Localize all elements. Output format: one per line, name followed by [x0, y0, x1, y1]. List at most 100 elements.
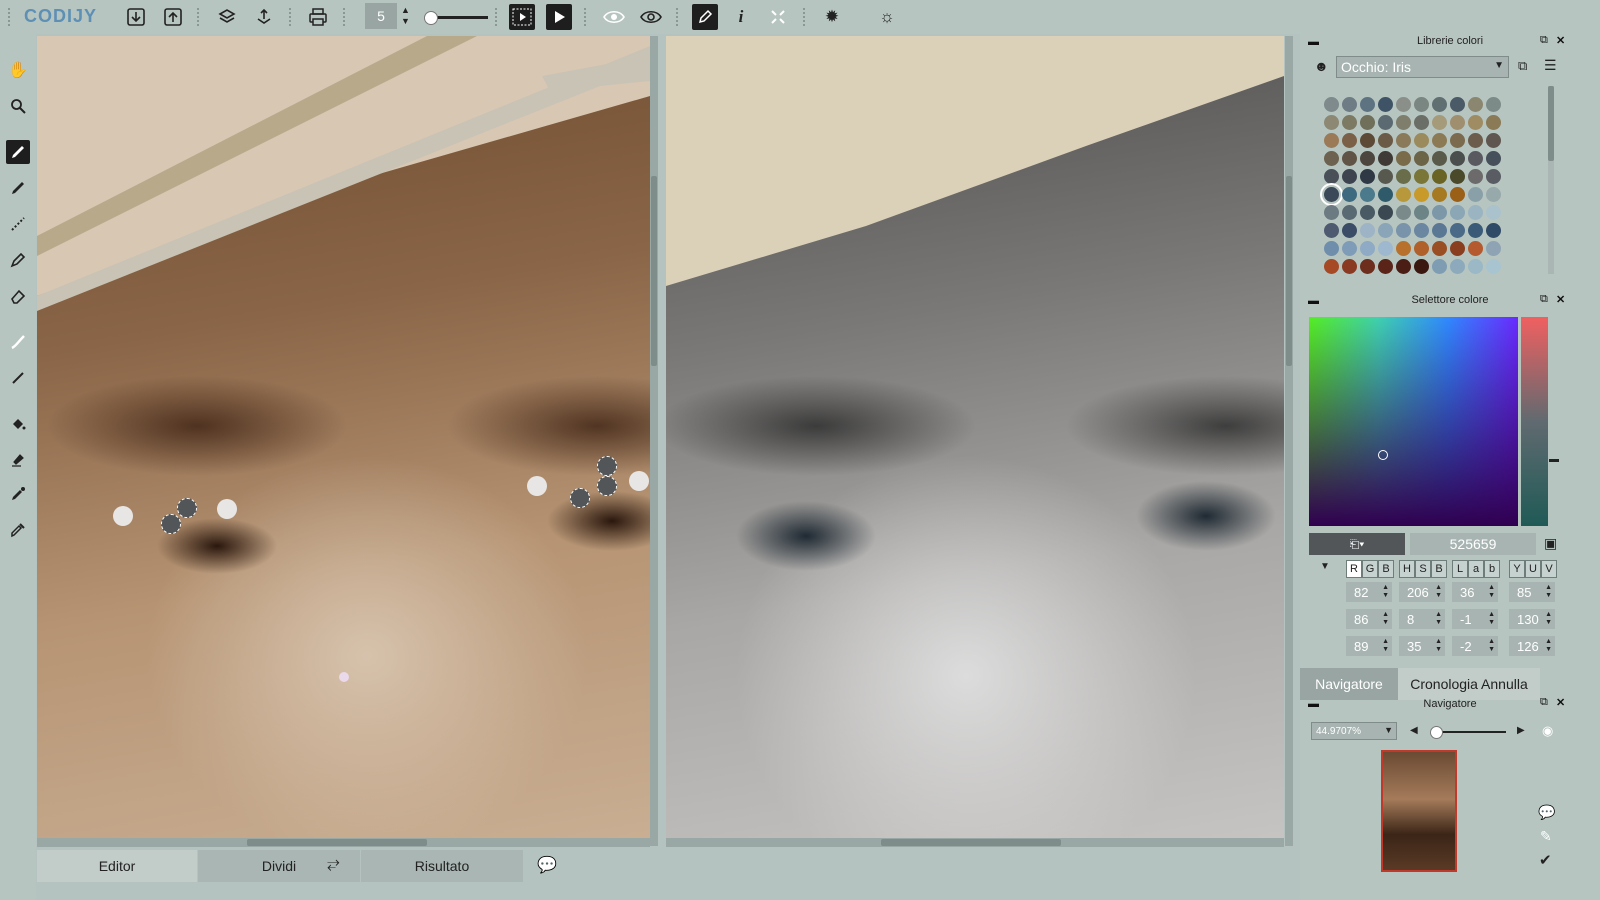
- result-canvas[interactable]: [666, 36, 1284, 838]
- color-swatch[interactable]: [1450, 205, 1465, 220]
- color-swatch[interactable]: [1342, 187, 1357, 202]
- collapse-icon[interactable]: ▬: [1308, 698, 1319, 710]
- stepper-arrows-icon[interactable]: ▲ ▼: [1435, 584, 1442, 600]
- pencil-icon[interactable]: [6, 248, 30, 272]
- mode-b-button[interactable]: B: [1378, 560, 1394, 578]
- mode-s-button[interactable]: S: [1415, 560, 1431, 578]
- brush-icon[interactable]: [6, 140, 30, 164]
- color-swatch[interactable]: [1360, 133, 1375, 148]
- chat-icon[interactable]: 💬: [1538, 804, 1555, 821]
- color-swatch[interactable]: [1396, 205, 1411, 220]
- mode-bri-button[interactable]: B: [1431, 560, 1447, 578]
- color-swatch[interactable]: [1486, 187, 1501, 202]
- color-swatch[interactable]: [1396, 241, 1411, 256]
- stepper-arrows-icon[interactable]: ▲ ▼: [1382, 611, 1389, 627]
- settings-gear-icon[interactable]: ✹: [819, 4, 845, 30]
- color-swatch[interactable]: [1450, 187, 1465, 202]
- color-swatch[interactable]: [1360, 187, 1375, 202]
- iris-marker-dot[interactable]: [161, 514, 181, 534]
- stepper-arrows-icon[interactable]: ▲ ▼: [1488, 638, 1495, 654]
- line-icon[interactable]: [6, 366, 30, 390]
- editor-vertical-scroll-thumb[interactable]: [651, 176, 657, 366]
- color-swatch[interactable]: [1342, 223, 1357, 238]
- color-swatch[interactable]: [1378, 187, 1393, 202]
- color-swatch[interactable]: [1450, 169, 1465, 184]
- color-swatch[interactable]: [1378, 115, 1393, 130]
- mode-y-button[interactable]: Y: [1509, 560, 1525, 578]
- saturation-value-field[interactable]: [1309, 317, 1518, 526]
- zoom-select[interactable]: 44.9707% ▼: [1311, 722, 1397, 740]
- color-swatch[interactable]: [1360, 205, 1375, 220]
- stepper-arrows-icon[interactable]: ▲ ▼: [1545, 584, 1552, 600]
- color-swatch[interactable]: [1468, 205, 1483, 220]
- color-swatch[interactable]: [1468, 187, 1483, 202]
- hue-slider-handle[interactable]: ▬: [1549, 454, 1559, 465]
- print-icon[interactable]: [305, 4, 331, 30]
- color-swatch[interactable]: [1468, 151, 1483, 166]
- color-swatch[interactable]: [1414, 241, 1429, 256]
- color-swatch[interactable]: [1396, 97, 1411, 112]
- color-swatch[interactable]: [1450, 259, 1465, 274]
- export-stack-icon[interactable]: [251, 4, 277, 30]
- color-swatch[interactable]: [1360, 223, 1375, 238]
- color-swatch[interactable]: [1378, 169, 1393, 184]
- brush-size-slider[interactable]: [430, 16, 488, 19]
- mode-r-button[interactable]: R: [1346, 560, 1362, 578]
- film-play-icon[interactable]: [509, 4, 535, 30]
- color-swatch[interactable]: [1468, 169, 1483, 184]
- toolbar-grip-icon[interactable]: [8, 8, 14, 26]
- color-swatch[interactable]: [1342, 97, 1357, 112]
- s-value-field[interactable]: 8 ▲ ▼: [1399, 609, 1445, 629]
- h-value-field[interactable]: 206 ▲ ▼: [1399, 582, 1445, 602]
- color-swatch[interactable]: [1450, 133, 1465, 148]
- color-swatch[interactable]: [1486, 223, 1501, 238]
- zoom-in-arrow-icon[interactable]: ▶: [1517, 725, 1525, 736]
- color-swatch[interactable]: [1432, 223, 1447, 238]
- white-marker-dot[interactable]: [217, 499, 237, 519]
- tab-undo-history[interactable]: Cronologia Annulla: [1398, 668, 1540, 700]
- color-swatch[interactable]: [1468, 223, 1483, 238]
- color-swatch[interactable]: [1378, 97, 1393, 112]
- info-icon[interactable]: i: [728, 4, 754, 30]
- color-swatch[interactable]: [1342, 169, 1357, 184]
- color-swatch[interactable]: [1432, 115, 1447, 130]
- color-swatch[interactable]: [1432, 187, 1447, 202]
- mode-h-button[interactable]: H: [1399, 560, 1415, 578]
- color-swatch[interactable]: [1414, 205, 1429, 220]
- result-horizontal-scrollbar[interactable]: [666, 838, 1284, 847]
- color-swatch[interactable]: [1432, 205, 1447, 220]
- eye-compare-icon[interactable]: [638, 4, 664, 30]
- bug-settings-icon[interactable]: ☼: [874, 4, 900, 30]
- r-value-field[interactable]: 82 ▲ ▼: [1346, 582, 1392, 602]
- color-swatch[interactable]: [1324, 223, 1339, 238]
- hue-strip[interactable]: [1521, 317, 1548, 526]
- color-swatch[interactable]: [1486, 115, 1501, 130]
- close-icon[interactable]: ✕: [1556, 696, 1565, 709]
- checkmark-icon[interactable]: ✔: [1539, 851, 1552, 869]
- marker-icon[interactable]: [6, 176, 30, 200]
- upload-icon[interactable]: [160, 4, 186, 30]
- zoom-out-arrow-icon[interactable]: ◀: [1410, 725, 1418, 736]
- editor-vertical-scrollbar[interactable]: [650, 36, 658, 846]
- color-swatch[interactable]: [1486, 169, 1501, 184]
- undock-icon[interactable]: ⧉: [1540, 696, 1548, 709]
- swatch-scroll-thumb[interactable]: [1548, 86, 1554, 161]
- stepper-arrows-icon[interactable]: ▲ ▼: [1382, 638, 1389, 654]
- mode-lb-button[interactable]: b: [1484, 560, 1500, 578]
- color-swatch[interactable]: [1468, 115, 1483, 130]
- color-swatch[interactable]: [1450, 151, 1465, 166]
- white-marker-dot[interactable]: [629, 471, 649, 491]
- stepper-arrows-icon[interactable]: ▲ ▼: [1382, 584, 1389, 600]
- result-horizontal-scroll-thumb[interactable]: [881, 839, 1061, 846]
- mode-a-button[interactable]: a: [1468, 560, 1484, 578]
- eraser-icon[interactable]: [6, 284, 30, 308]
- color-swatch[interactable]: [1414, 133, 1429, 148]
- color-preview-swatch[interactable]: ⎗▾: [1309, 533, 1405, 555]
- eyedropper-icon[interactable]: [6, 518, 30, 542]
- color-swatch[interactable]: [1486, 205, 1501, 220]
- color-swatch[interactable]: [1432, 151, 1447, 166]
- l-value-field[interactable]: 36 ▲ ▼: [1452, 582, 1498, 602]
- color-swatch[interactable]: [1360, 115, 1375, 130]
- color-swatch[interactable]: [1486, 241, 1501, 256]
- editor-canvas[interactable]: [37, 36, 650, 838]
